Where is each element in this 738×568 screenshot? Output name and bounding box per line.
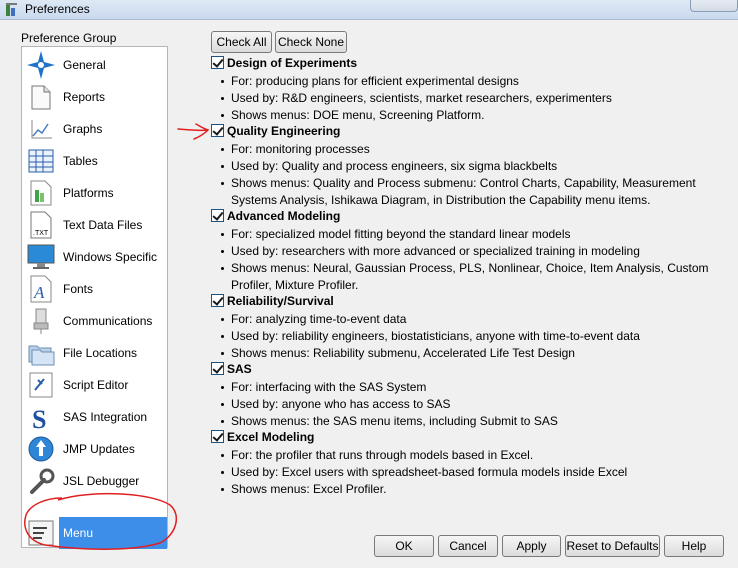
group-item-label: Graphs xyxy=(63,122,103,136)
group-item-sas-integration[interactable]: S SAS Integration xyxy=(23,401,168,433)
preferences-dialog: Preference Group General Reports Graphs xyxy=(0,20,738,568)
group-item-reports[interactable]: Reports xyxy=(23,81,168,113)
section-title: Design of Experiments xyxy=(227,56,358,70)
group-item-script-editor[interactable]: Script Editor xyxy=(23,369,168,401)
close-window-button[interactable] xyxy=(690,0,738,12)
group-item-label: Text Data Files xyxy=(63,218,143,232)
preference-group-list[interactable]: General Reports Graphs Tables Platforms … xyxy=(21,46,168,549)
group-item-label: Reports xyxy=(63,90,106,104)
group-item-communications[interactable]: Communications xyxy=(23,305,168,337)
tables-icon xyxy=(28,149,54,173)
group-item-label: Fonts xyxy=(63,282,94,296)
group-item-jmp-updates[interactable]: JMP Updates xyxy=(23,433,168,465)
group-item-label: Windows Specific xyxy=(63,250,158,264)
group-item-jsl-debugger[interactable]: JSL Debugger xyxy=(23,465,168,497)
graphs-icon xyxy=(31,120,52,139)
group-item-menu[interactable]: Menu xyxy=(23,517,168,549)
quality-engineering-checkbox[interactable] xyxy=(211,124,224,137)
section-title: Excel Modeling xyxy=(227,430,315,444)
group-item-file-locations[interactable]: File Locations xyxy=(23,337,168,369)
section-title: Advanced Modeling xyxy=(227,209,341,223)
cancel-button[interactable]: Cancel xyxy=(438,535,498,557)
design-of-experiments-checkbox[interactable] xyxy=(211,56,224,69)
excel-modeling-checkbox[interactable] xyxy=(211,430,224,443)
group-item-label: General xyxy=(63,58,106,72)
group-item-graphs[interactable]: Graphs xyxy=(23,113,168,145)
group-item-label: File Locations xyxy=(63,346,138,360)
section-title: Reliability/Survival xyxy=(227,294,334,308)
svg-text:A: A xyxy=(33,283,45,302)
group-item-label: Communications xyxy=(63,314,153,328)
preference-group-label: Preference Group xyxy=(21,31,117,45)
check-none-button[interactable]: Check None xyxy=(275,31,347,53)
platforms-icon xyxy=(30,180,52,206)
group-item-fonts[interactable]: A Fonts xyxy=(23,273,168,305)
fonts-icon: A xyxy=(30,275,52,303)
menu-icon xyxy=(28,520,54,546)
help-button[interactable]: Help xyxy=(664,535,724,557)
reports-icon xyxy=(31,85,51,110)
sas-icon: S xyxy=(32,405,46,432)
group-item-tables[interactable]: Tables xyxy=(23,145,168,177)
group-item-label: Platforms xyxy=(63,186,114,200)
preferences-app-icon xyxy=(6,3,17,16)
check-all-button[interactable]: Check All xyxy=(211,31,272,53)
group-item-platforms[interactable]: Platforms xyxy=(23,177,168,209)
svg-text:S: S xyxy=(32,405,46,432)
wrench-icon xyxy=(30,468,55,494)
group-item-general[interactable]: General xyxy=(23,49,168,81)
general-star-icon xyxy=(27,51,55,79)
section-title: Quality Engineering xyxy=(227,124,341,138)
txt-file-icon: .TXT xyxy=(30,211,52,239)
group-item-label: Tables xyxy=(63,154,98,168)
group-item-text-data-files[interactable]: .TXT Text Data Files xyxy=(23,209,168,241)
group-item-label: SAS Integration xyxy=(63,410,148,424)
reliability-survival-checkbox[interactable] xyxy=(211,294,224,307)
svg-text:.TXT: .TXT xyxy=(33,230,49,237)
advanced-modeling-checkbox[interactable] xyxy=(211,209,224,222)
sas-checkbox[interactable] xyxy=(211,362,224,375)
title-bar: Preferences xyxy=(0,0,738,20)
script-editor-icon xyxy=(29,372,53,398)
reset-to-defaults-button[interactable]: Reset to Defaults xyxy=(565,535,660,557)
ok-button[interactable]: OK xyxy=(374,535,434,557)
apply-button[interactable]: Apply xyxy=(502,535,561,557)
communications-icon xyxy=(33,308,49,334)
jmp-updates-icon xyxy=(28,436,54,462)
window-title: Preferences xyxy=(25,2,90,16)
monitor-icon xyxy=(27,244,55,269)
group-item-label: Script Editor xyxy=(63,378,129,392)
group-item-label: Menu xyxy=(63,526,94,540)
group-item-label: JMP Updates xyxy=(63,442,135,456)
folders-icon xyxy=(28,345,55,366)
section-title: SAS xyxy=(227,362,252,376)
group-item-windows-specific[interactable]: Windows Specific xyxy=(23,241,168,273)
group-item-label: JSL Debugger xyxy=(63,474,140,488)
